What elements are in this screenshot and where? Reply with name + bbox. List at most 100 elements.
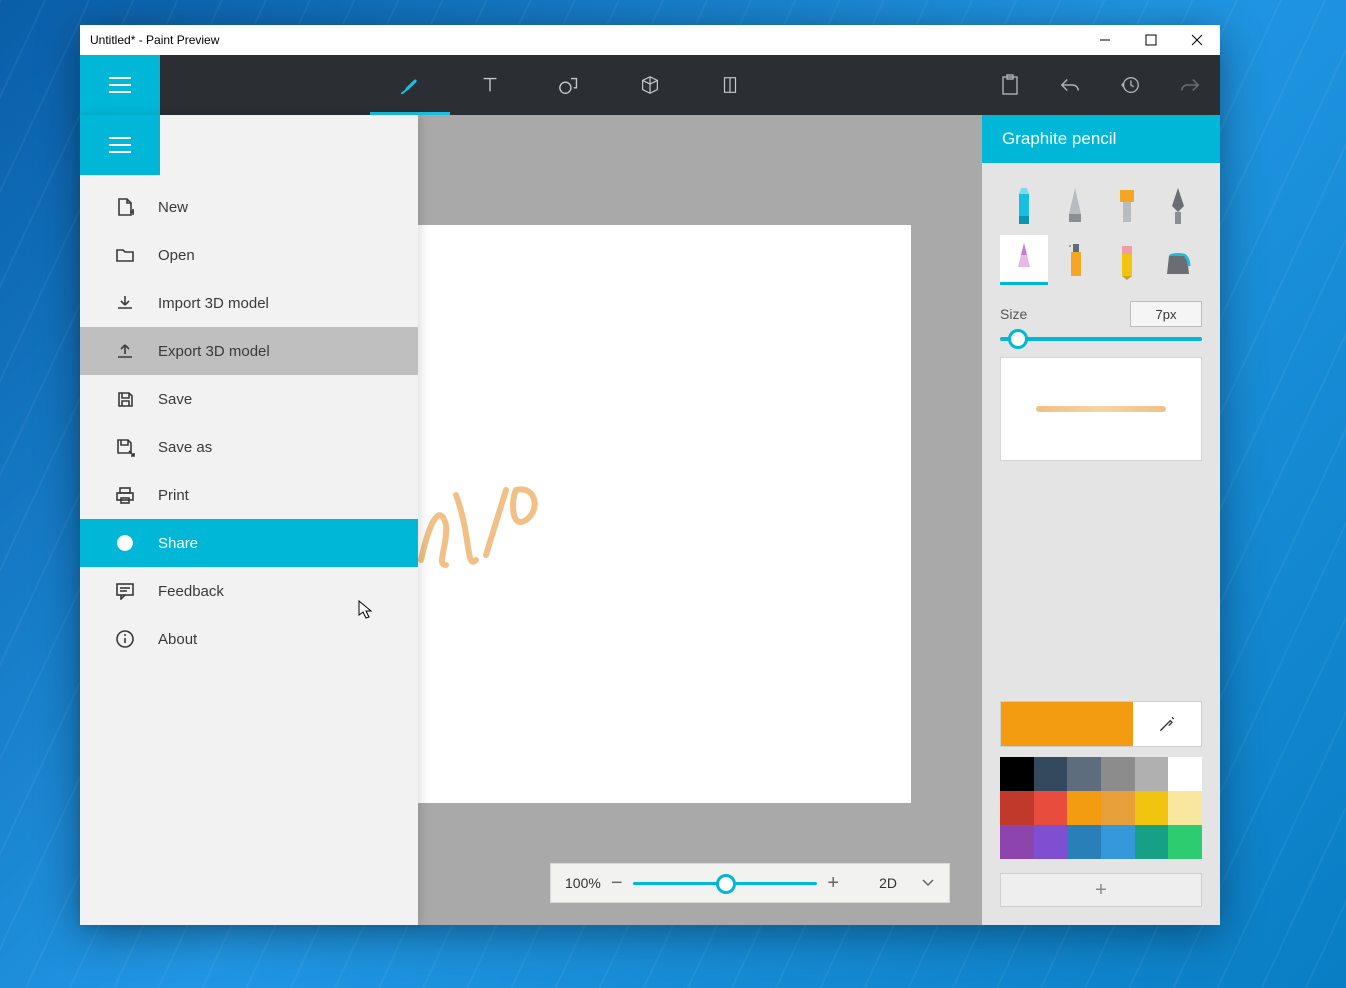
menu-toggle-button[interactable] — [80, 55, 160, 115]
brush-tool[interactable] — [370, 55, 450, 115]
color-swatch[interactable] — [1000, 757, 1034, 791]
brush-calligraphy[interactable] — [1052, 181, 1100, 231]
eyedropper-button[interactable] — [1133, 702, 1201, 746]
menu-close-button[interactable] — [80, 115, 160, 175]
close-button[interactable] — [1174, 25, 1220, 55]
menu-list: New Open Import 3D model Export 3D model… — [80, 175, 418, 663]
mouse-cursor — [358, 600, 374, 620]
zoom-bar: 100% − + 2D — [550, 863, 950, 903]
color-swatch[interactable] — [1067, 825, 1101, 859]
app-body: 100% − + 2D Graphite pencil — [80, 115, 1220, 925]
brush-picker — [982, 163, 1220, 295]
color-swatch[interactable] — [1101, 791, 1135, 825]
shapes-icon — [558, 74, 582, 96]
zoom-percent: 100% — [565, 875, 601, 891]
brush-pen[interactable] — [1155, 181, 1203, 231]
properties-panel: Graphite pencil Size 7px — [982, 115, 1220, 925]
color-swatch[interactable] — [1034, 825, 1068, 859]
menu-item-new[interactable]: New — [80, 183, 418, 231]
zoom-in-button[interactable]: + — [827, 872, 839, 895]
feedback-icon — [114, 580, 136, 602]
menu-item-about[interactable]: About — [80, 615, 418, 663]
view-mode-label: 2D — [879, 875, 897, 891]
save-icon — [114, 388, 136, 410]
cube-icon — [639, 74, 661, 96]
color-swatch[interactable] — [1034, 757, 1068, 791]
brush-pencil[interactable] — [1000, 235, 1048, 285]
current-color-swatch[interactable] — [1001, 702, 1133, 746]
size-value-box[interactable]: 7px — [1130, 301, 1202, 327]
brush-fill[interactable] — [1155, 235, 1203, 285]
menu-item-label: New — [158, 199, 188, 216]
color-swatch[interactable] — [1000, 825, 1034, 859]
brush-spray[interactable] — [1052, 235, 1100, 285]
color-swatch[interactable] — [1067, 791, 1101, 825]
history-icon — [1119, 74, 1141, 96]
history-tools — [980, 55, 1220, 115]
maximize-button[interactable] — [1128, 25, 1174, 55]
hamburger-icon — [109, 76, 131, 94]
menu-item-print[interactable]: Print — [80, 471, 418, 519]
paste-button[interactable] — [980, 55, 1040, 115]
color-swatch[interactable] — [1168, 825, 1202, 859]
menu-item-save-as[interactable]: Save as — [80, 423, 418, 471]
brush-oil[interactable] — [1103, 181, 1151, 231]
color-swatch[interactable] — [1101, 757, 1135, 791]
undo-icon — [1059, 75, 1081, 95]
text-icon — [479, 74, 501, 96]
stickers-tool[interactable] — [690, 55, 770, 115]
size-slider-thumb[interactable] — [1008, 329, 1028, 349]
add-color-button[interactable]: + — [1000, 873, 1202, 907]
shapes-tool[interactable] — [530, 55, 610, 115]
menu-item-label: Print — [158, 487, 189, 504]
color-swatch[interactable] — [1135, 757, 1169, 791]
menu-item-label: About — [158, 631, 197, 648]
color-swatch[interactable] — [1135, 825, 1169, 859]
size-value: 7px — [1156, 307, 1177, 322]
canvas[interactable] — [418, 225, 911, 803]
menu-item-share[interactable]: Share — [80, 519, 418, 567]
color-swatch[interactable] — [1101, 825, 1135, 859]
color-palette — [1000, 757, 1202, 859]
new-file-icon — [114, 196, 136, 218]
brush-eraser[interactable] — [1103, 235, 1151, 285]
color-swatch[interactable] — [1168, 757, 1202, 791]
color-swatch[interactable] — [1067, 757, 1101, 791]
menu-item-label: Feedback — [158, 583, 224, 600]
undo-button[interactable] — [1040, 55, 1100, 115]
brush-marker[interactable] — [1000, 181, 1048, 231]
color-swatch[interactable] — [1034, 791, 1068, 825]
size-row: Size 7px — [982, 295, 1220, 333]
view-mode-dropdown[interactable] — [921, 875, 935, 891]
menu-item-label: Import 3D model — [158, 295, 269, 312]
text-tool[interactable] — [450, 55, 530, 115]
color-swatch[interactable] — [1135, 791, 1169, 825]
history-button[interactable] — [1100, 55, 1160, 115]
hamburger-icon — [109, 136, 131, 154]
menu-item-label: Open — [158, 247, 195, 264]
print-icon — [114, 484, 136, 506]
zoom-slider[interactable] — [633, 882, 818, 885]
zoom-out-button[interactable]: − — [611, 872, 623, 895]
brush-icon — [397, 72, 423, 98]
import-icon — [114, 292, 136, 314]
size-slider[interactable] — [1000, 337, 1202, 341]
minimize-button[interactable] — [1082, 25, 1128, 55]
size-label: Size — [1000, 306, 1027, 322]
menu-item-open[interactable]: Open — [80, 231, 418, 279]
clipboard-icon — [1000, 74, 1020, 96]
menu-item-label: Export 3D model — [158, 343, 270, 360]
menu-item-export-3d[interactable]: Export 3D model — [80, 327, 418, 375]
canvas-drawing — [416, 475, 551, 575]
center-tools — [160, 55, 980, 115]
panel-title: Graphite pencil — [982, 115, 1220, 163]
3d-object-tool[interactable] — [610, 55, 690, 115]
menu-item-save[interactable]: Save — [80, 375, 418, 423]
zoom-slider-thumb[interactable] — [716, 874, 736, 894]
menu-item-import-3d[interactable]: Import 3D model — [80, 279, 418, 327]
eyedropper-icon — [1157, 714, 1177, 734]
redo-button[interactable] — [1160, 55, 1220, 115]
color-swatch[interactable] — [1168, 791, 1202, 825]
color-swatch[interactable] — [1000, 791, 1034, 825]
top-toolbar — [80, 55, 1220, 115]
